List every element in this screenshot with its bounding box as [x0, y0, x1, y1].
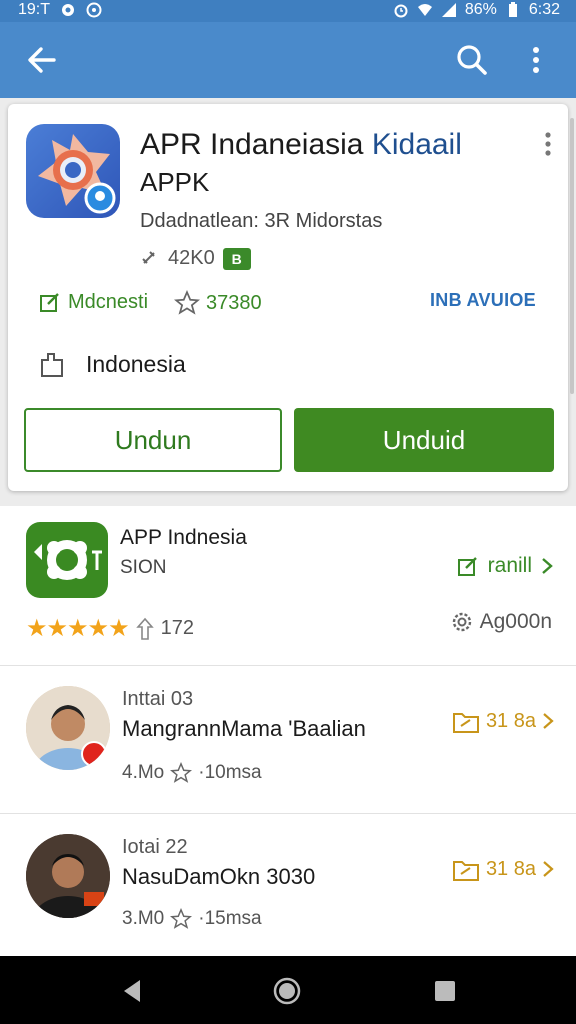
person-meta-right: ·15msa — [198, 908, 262, 929]
signal-icon — [441, 3, 456, 17]
related-list: APP Indnesia SION ranill ★★★★★ 172 Ag000… — [0, 506, 576, 956]
app-subtitle: APPK — [140, 167, 210, 197]
person-meta: 3.M0 ·15msa — [122, 908, 262, 930]
flag-icon — [41, 353, 63, 377]
setting-label: Ag000n — [479, 610, 552, 633]
category-label: Mdcnesti — [68, 290, 149, 313]
size-row: 42K0 B — [140, 247, 251, 270]
app-logo-icon — [38, 134, 116, 214]
person-action-label: 31 8a — [485, 857, 536, 880]
list-item-app[interactable]: APP Indnesia SION ranill ★★★★★ 172 Ag000… — [0, 506, 576, 666]
list-item-person[interactable]: Inttai 03 MangrannMama 'Baalian 4.Mo ·10… — [0, 666, 576, 814]
more-vert-icon[interactable] — [516, 40, 556, 80]
person-meta: 4.Mo ·10msa — [122, 762, 262, 784]
person-name: NasuDamOkn 3030 — [122, 864, 316, 889]
app-title-accent: Kidaail — [371, 128, 462, 161]
sync-notification-icon — [86, 2, 102, 18]
arrow-left-icon[interactable] — [22, 40, 62, 80]
country-row: Indonesia — [38, 350, 186, 378]
gear-icon — [452, 612, 471, 632]
star-outline-icon — [174, 290, 200, 315]
chevron-right-icon — [542, 558, 553, 574]
chevron-right-icon — [543, 713, 554, 729]
app-item-rating: ★★★★★ 172 — [26, 614, 194, 643]
system-nav-bar — [0, 956, 576, 1024]
category-link[interactable]: Mdcnesti — [38, 290, 148, 314]
nav-back-icon[interactable] — [118, 976, 148, 1006]
link-icon — [142, 250, 155, 264]
country-label: Indonesia — [86, 350, 186, 377]
star-outline-icon — [170, 908, 193, 929]
person-title: Iotai 22 — [122, 836, 188, 858]
person-meta-left: 3.M0 — [122, 908, 165, 929]
nav-home-icon[interactable] — [272, 976, 302, 1006]
star-rating: ★★★★★ — [26, 615, 130, 642]
edit-square-icon — [40, 293, 59, 312]
rating-count-value: 37380 — [206, 291, 262, 314]
folder-edit-icon — [452, 713, 479, 733]
app-detail-card: APR Indaneiasia Kidaail APPK Ddadnatlean… — [8, 104, 568, 491]
app-item-action-label: ranill — [487, 554, 532, 577]
battery-percent: 86% — [464, 1, 497, 18]
star-outline-icon — [170, 762, 193, 783]
download-button[interactable]: Unduid — [294, 408, 554, 472]
person-photo-icon — [26, 834, 110, 918]
status-clock: 6:32 — [528, 1, 560, 18]
flower-logo-icon — [34, 540, 102, 580]
list-item-person[interactable]: Iotai 22 NasuDamOkn 3030 3.M0 ·15msa 31 … — [0, 814, 576, 956]
folder-edit-icon — [452, 861, 479, 881]
settings-notification-icon — [62, 4, 75, 16]
wifi-icon — [417, 4, 432, 16]
arrow-up-icon — [135, 617, 154, 640]
person-meta-right: ·10msa — [198, 762, 262, 783]
nav-recents-icon[interactable] — [430, 976, 460, 1006]
edit-square-icon — [457, 557, 477, 576]
alarm-icon — [394, 4, 408, 18]
app-title: APR Indaneiasia Kidaail — [140, 128, 462, 162]
size-badge: B — [222, 247, 251, 270]
status-bar: 19:T 86% 6:32 — [0, 0, 576, 22]
person-photo-icon — [26, 686, 110, 770]
app-icon — [26, 124, 120, 218]
meta-row: Mdcnesti 37380 INB AVUIOE — [38, 290, 548, 320]
card-more-icon[interactable] — [538, 130, 558, 158]
battery-icon — [508, 2, 517, 17]
rating-count: 172 — [160, 617, 194, 639]
app-size: 42K0 — [168, 247, 215, 269]
person-action-label: 31 8a — [485, 709, 536, 732]
rating-count: 37380 — [174, 290, 262, 316]
person-name: MangrannMama 'Baalian — [122, 716, 366, 741]
app-item-setting[interactable]: Ag000n — [450, 610, 552, 634]
status-time-left: 19:T — [18, 1, 51, 18]
person-action[interactable]: 31 8a — [452, 856, 554, 882]
app-item-action[interactable]: ranill — [456, 554, 554, 578]
person-title: Inttai 03 — [122, 688, 194, 710]
person-action[interactable]: 31 8a — [452, 708, 554, 734]
search-icon[interactable] — [452, 40, 492, 80]
secondary-download-button[interactable]: Undun — [24, 408, 282, 472]
app-item-icon — [26, 522, 108, 598]
app-title-main: APR Indaneiasia — [140, 128, 364, 161]
right-tag[interactable]: INB AVUIOE — [430, 290, 536, 311]
avatar — [26, 834, 110, 918]
app-bar — [0, 22, 576, 98]
scroll-indicator[interactable] — [570, 118, 574, 394]
person-meta-left: 4.Mo — [122, 762, 165, 783]
app-item-name: APP Indnesia — [120, 526, 247, 549]
avatar — [26, 686, 110, 770]
app-description: Ddadnatlean: 3R Midorstas — [140, 210, 383, 232]
chevron-right-icon — [543, 861, 554, 877]
app-item-sub: SION — [120, 557, 167, 578]
